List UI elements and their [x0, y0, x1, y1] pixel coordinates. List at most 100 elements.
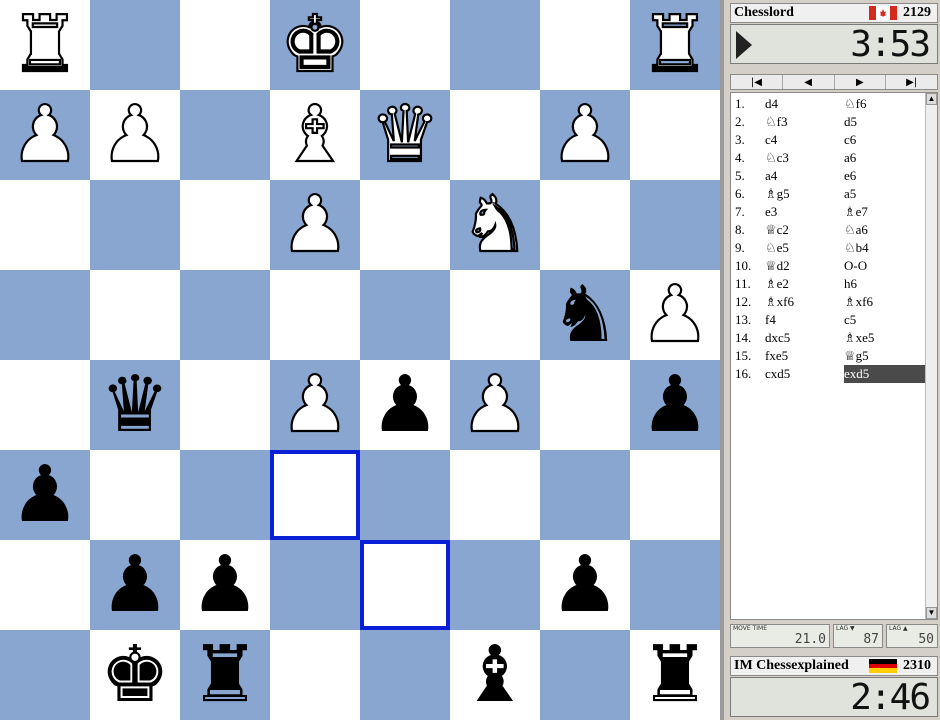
square-b1[interactable]: [90, 0, 180, 90]
white-king-icon[interactable]: ♚: [279, 5, 351, 85]
white-rook-icon[interactable]: ♜: [9, 5, 81, 85]
square-c5[interactable]: [180, 360, 270, 450]
black-move[interactable]: ♘b4: [844, 239, 925, 257]
black-pawn-icon[interactable]: ♟: [370, 366, 440, 444]
square-d4[interactable]: [270, 270, 360, 360]
square-h3[interactable]: [630, 180, 720, 270]
black-move[interactable]: a6: [844, 149, 925, 167]
square-g3[interactable]: [540, 180, 630, 270]
black-queen-icon[interactable]: ♛: [100, 366, 170, 444]
chess-board[interactable]: ♜ ♚ ♜ ♟ ♟ ♝ ♛ ♟ ♟ ♞ ♞ ♟ ♛ ♟ ♟ ♟ ♟ ♟ ♟ ♟ ♟ ♚ ♜ ♝ ♜: [0, 0, 720, 720]
white-move[interactable]: ♗xf6: [765, 293, 794, 311]
white-move[interactable]: ♕c2: [765, 221, 789, 239]
square-e8[interactable]: [360, 630, 450, 720]
black-move[interactable]: c6: [844, 131, 925, 149]
square-f7[interactable]: [450, 540, 540, 630]
square-b2[interactable]: ♟: [90, 90, 180, 180]
square-f1[interactable]: [450, 0, 540, 90]
square-f5[interactable]: ♟: [450, 360, 540, 450]
square-f6[interactable]: [450, 450, 540, 540]
square-e6[interactable]: [360, 450, 450, 540]
next-move-icon[interactable]: ▶: [835, 75, 887, 89]
square-h8[interactable]: ♜: [630, 630, 720, 720]
square-c3[interactable]: [180, 180, 270, 270]
white-move[interactable]: cxd5: [765, 365, 790, 383]
square-c7[interactable]: ♟: [180, 540, 270, 630]
white-move[interactable]: dxc5: [765, 329, 790, 347]
square-b5[interactable]: ♛: [90, 360, 180, 450]
white-move[interactable]: d4: [765, 95, 778, 113]
black-move[interactable]: ♗e7: [844, 203, 925, 221]
white-pawn-icon[interactable]: ♟: [279, 365, 351, 445]
white-rook-icon[interactable]: ♜: [639, 5, 711, 85]
square-h6[interactable]: [630, 450, 720, 540]
black-pawn-icon[interactable]: ♟: [10, 456, 80, 534]
square-e2[interactable]: ♛: [360, 90, 450, 180]
first-move-icon[interactable]: |◀: [731, 75, 783, 89]
square-d2[interactable]: ♝: [270, 90, 360, 180]
square-a3[interactable]: [0, 180, 90, 270]
square-c6[interactable]: [180, 450, 270, 540]
white-move[interactable]: fxe5: [765, 347, 788, 365]
white-move[interactable]: c4: [765, 131, 777, 149]
black-move[interactable]: a5: [844, 185, 925, 203]
black-move[interactable]: ♗xf6: [844, 293, 925, 311]
square-a8[interactable]: [0, 630, 90, 720]
black-pawn-icon[interactable]: ♟: [190, 546, 260, 624]
square-a6[interactable]: ♟: [0, 450, 90, 540]
square-a1[interactable]: ♜: [0, 0, 90, 90]
white-pawn-icon[interactable]: ♟: [279, 185, 351, 265]
scroll-down-icon[interactable]: ▼: [926, 607, 937, 619]
square-d8[interactable]: [270, 630, 360, 720]
square-g5[interactable]: [540, 360, 630, 450]
black-move[interactable]: ♕g5: [844, 347, 925, 365]
white-move[interactable]: ♘f3: [765, 113, 787, 131]
move-list[interactable]: ▲ ▼ 1. d4 ♘f6 2. ♘f3 d5 3. c4 c6 4. ♘c3 a6 5. a4 e6 6. ♗…: [730, 92, 938, 620]
black-move[interactable]: ♘a6: [844, 221, 925, 239]
square-b7[interactable]: ♟: [90, 540, 180, 630]
selected-move[interactable]: exd5: [844, 365, 925, 383]
black-move[interactable]: h6: [844, 275, 925, 293]
square-d7[interactable]: [270, 540, 360, 630]
white-pawn-icon[interactable]: ♟: [459, 365, 531, 445]
square-f4[interactable]: [450, 270, 540, 360]
square-g8[interactable]: [540, 630, 630, 720]
black-pawn-icon[interactable]: ♟: [550, 546, 620, 624]
square-e4[interactable]: [360, 270, 450, 360]
black-rook-icon[interactable]: ♜: [190, 636, 260, 714]
square-c8[interactable]: ♜: [180, 630, 270, 720]
black-move[interactable]: e6: [844, 167, 925, 185]
square-g6[interactable]: [540, 450, 630, 540]
square-f3[interactable]: ♞: [450, 180, 540, 270]
white-move[interactable]: ♕d2: [765, 257, 790, 275]
white-pawn-icon[interactable]: ♟: [99, 95, 171, 175]
white-knight-icon[interactable]: ♞: [459, 185, 531, 265]
square-h7[interactable]: [630, 540, 720, 630]
square-c2[interactable]: [180, 90, 270, 180]
square-b6[interactable]: [90, 450, 180, 540]
square-e7[interactable]: [360, 540, 450, 630]
black-move[interactable]: ♘f6: [844, 95, 925, 113]
white-bishop-icon[interactable]: ♝: [279, 95, 351, 175]
black-pawn-icon[interactable]: ♟: [100, 546, 170, 624]
white-move[interactable]: ♗g5: [765, 185, 790, 203]
black-king-icon[interactable]: ♚: [100, 636, 170, 714]
square-e5[interactable]: ♟: [360, 360, 450, 450]
white-move[interactable]: f4: [765, 311, 776, 329]
white-move[interactable]: ♘c3: [765, 149, 789, 167]
square-g2[interactable]: ♟: [540, 90, 630, 180]
square-c1[interactable]: [180, 0, 270, 90]
square-h1[interactable]: ♜: [630, 0, 720, 90]
square-h5[interactable]: ♟: [630, 360, 720, 450]
white-move[interactable]: e3: [765, 203, 777, 221]
white-pawn-icon[interactable]: ♟: [549, 95, 621, 175]
square-h4[interactable]: ♟: [630, 270, 720, 360]
last-move-icon[interactable]: ▶|: [886, 75, 937, 89]
white-queen-icon[interactable]: ♛: [369, 95, 441, 175]
previous-move-icon[interactable]: ◀: [783, 75, 835, 89]
black-move[interactable]: O-O: [844, 257, 925, 275]
black-move[interactable]: c5: [844, 311, 925, 329]
white-move[interactable]: a4: [765, 167, 777, 185]
square-b3[interactable]: [90, 180, 180, 270]
white-pawn-icon[interactable]: ♟: [9, 95, 81, 175]
